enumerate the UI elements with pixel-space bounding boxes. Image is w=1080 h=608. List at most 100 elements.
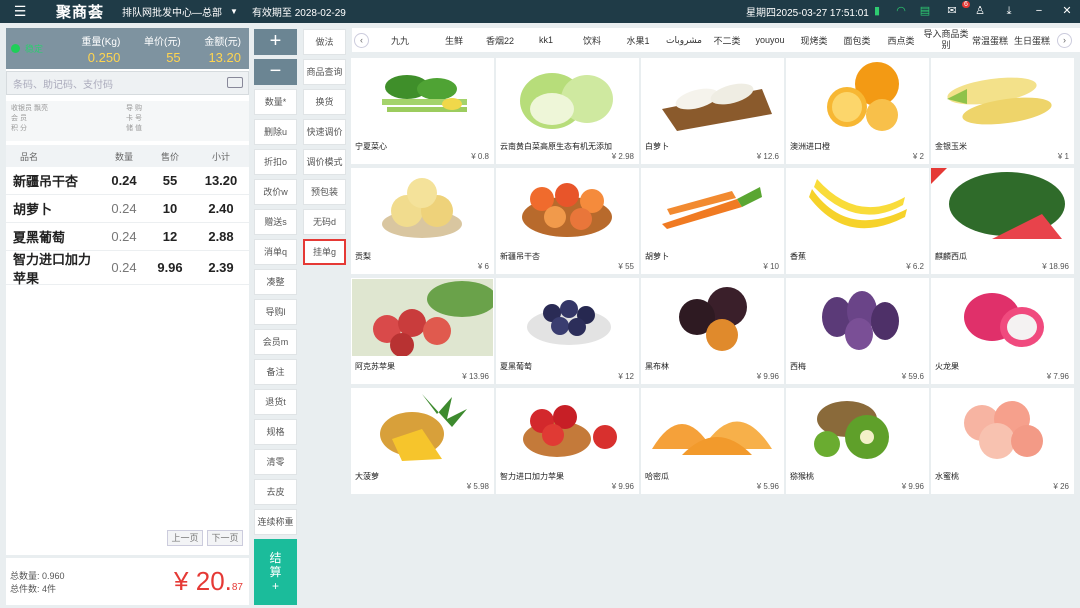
top-bar: ☰ 聚商荟 排队网批发中心—总部 ▼ 有效期至 2028-02-29 星期四20… <box>0 0 1080 23</box>
scale-status: 稳定 <box>6 42 68 55</box>
product-card[interactable]: 宁夏菜心 ¥ 0.8 <box>351 58 494 164</box>
pager: 上一页 下一页 <box>167 530 243 546</box>
category-tab[interactable]: 生鲜 <box>431 34 477 47</box>
order-summary: 总数量: 0.960 总件数: 4件 ¥ 20.87 <box>6 555 249 605</box>
product-card[interactable]: 猕猴桃 ¥ 9.96 <box>786 388 929 494</box>
wifi-icon[interactable]: ◠ <box>894 4 908 18</box>
category-tab[interactable]: 常温蛋糕 <box>969 34 1011 47</box>
quantity-button[interactable]: 数量* <box>254 89 297 115</box>
category-tab[interactable]: 生日蛋糕 <box>1011 34 1053 47</box>
store-selector[interactable]: 排队网批发中心—总部 <box>122 4 222 19</box>
printer-icon[interactable]: ▤ <box>918 4 932 18</box>
product-card[interactable]: 香蕉 ¥ 6.2 <box>786 168 929 274</box>
round-off-button[interactable]: 凑整 <box>254 269 297 295</box>
add-button[interactable]: + <box>254 29 297 55</box>
notification-badge: 6 <box>962 1 970 8</box>
note-button[interactable]: 备注 <box>254 359 297 385</box>
battery-icon[interactable]: ▮ <box>870 4 884 18</box>
product-card[interactable]: 智力进口加力苹果 ¥ 9.96 <box>496 388 639 494</box>
product-card[interactable]: 胡萝卜 ¥ 10 <box>641 168 784 274</box>
product-card[interactable]: 贡梨 ¥ 6 <box>351 168 494 274</box>
quick-price-button[interactable]: 快速调价 <box>303 119 346 145</box>
table-row[interactable]: 智力进口加力苹果 0.24 9.96 2.39 <box>6 251 249 286</box>
category-tab[interactable]: 不二类 <box>707 34 747 47</box>
keyboard-icon[interactable] <box>227 77 243 88</box>
pear-image <box>352 169 493 246</box>
exchange-button[interactable]: 换货 <box>303 89 346 115</box>
product-card[interactable]: 西梅 ¥ 59.6 <box>786 278 929 384</box>
category-tab[interactable]: 西点类 <box>879 34 923 47</box>
member-button[interactable]: 会员m <box>254 329 297 355</box>
category-tab[interactable]: kk1 <box>523 35 569 45</box>
category-tab[interactable]: youyou <box>747 35 793 45</box>
category-tab[interactable]: 香烟22 <box>477 34 523 47</box>
gift-button[interactable]: 赠送s <box>254 209 297 235</box>
close-icon[interactable]: ✕ <box>1060 4 1074 18</box>
order-panel: 稳定 重量(Kg) 0.250 单价(元) 55 金额(元) 13.20 条码、… <box>6 28 249 605</box>
recipe-button[interactable]: 做法 <box>303 29 346 55</box>
category-tab[interactable]: 导入商品类别 <box>923 29 969 51</box>
download-icon[interactable]: ⤓ <box>1002 4 1016 18</box>
no-barcode-button[interactable]: 无码d <box>303 209 346 235</box>
chevron-down-icon[interactable]: ▼ <box>230 7 238 16</box>
table-row[interactable]: 新疆吊干杏 0.24 55 13.20 <box>6 167 249 195</box>
category-tab[interactable]: 九九 <box>369 34 431 47</box>
product-search-button[interactable]: 商品查询 <box>303 59 346 85</box>
product-card[interactable]: 阿克苏苹果 ¥ 13.96 <box>351 278 494 384</box>
notification-icon[interactable]: ✉ <box>945 4 959 18</box>
spec-button[interactable]: 规格 <box>254 419 297 445</box>
shirt-icon[interactable]: ♙ <box>973 4 987 18</box>
product-card[interactable]: 澳洲进口橙 ¥ 2 <box>786 58 929 164</box>
product-card[interactable]: 金银玉米 ¥ 1 <box>931 58 1074 164</box>
minimize-icon[interactable]: − <box>1032 4 1046 18</box>
valid-until-text: 有效期至 2028-02-29 <box>251 8 346 19</box>
peach-image <box>932 389 1073 466</box>
category-tab[interactable]: 现烤类 <box>793 34 835 47</box>
scale-display: 稳定 重量(Kg) 0.250 单价(元) 55 金额(元) 13.20 <box>6 28 249 69</box>
cabbage-image <box>497 59 638 136</box>
category-tab[interactable]: 饮料 <box>569 34 615 47</box>
product-card[interactable]: 黑布林 ¥ 9.96 <box>641 278 784 384</box>
table-row[interactable]: 夏黑葡萄 0.24 12 2.88 <box>6 223 249 251</box>
discount-button[interactable]: 折扣o <box>254 149 297 175</box>
checkout-button[interactable]: 结 算 + <box>254 539 297 605</box>
product-card[interactable]: 水蜜桃 ¥ 26 <box>931 388 1074 494</box>
delete-button[interactable]: 删除u <box>254 119 297 145</box>
subtract-button[interactable]: − <box>254 59 297 85</box>
prev-page-button[interactable]: 上一页 <box>167 530 203 546</box>
hold-order-button[interactable]: 挂单g <box>303 239 346 265</box>
function-column-2: 做法 商品查询 换货 快速调价 调价模式 预包装 无码d 挂单g <box>303 29 346 269</box>
prepack-button[interactable]: 预包装 <box>303 179 346 205</box>
next-page-button[interactable]: 下一页 <box>207 530 243 546</box>
scale-amount: 金额(元) 13.20 <box>204 36 241 65</box>
guide-button[interactable]: 导购l <box>254 299 297 325</box>
product-card[interactable]: 新疆吊干杏 ¥ 55 <box>496 168 639 274</box>
continuous-weigh-button[interactable]: 连续称重 <box>254 509 297 535</box>
product-card[interactable]: 大菠萝 ¥ 5.98 <box>351 388 494 494</box>
product-card[interactable]: 麒麟西瓜 ¥ 18.96 <box>931 168 1074 274</box>
chevron-right-icon[interactable]: › <box>1057 32 1072 48</box>
table-row[interactable]: 胡萝卜 0.24 10 2.40 <box>6 195 249 223</box>
product-card[interactable]: 夏黑葡萄 ¥ 12 <box>496 278 639 384</box>
product-card[interactable]: 白萝卜 ¥ 12.6 <box>641 58 784 164</box>
dragonfruit-image <box>932 279 1073 356</box>
product-card[interactable]: 云南黄白菜高原生态有机无添加 ¥ 2.98 <box>496 58 639 164</box>
search-input[interactable]: 条码、助记码、支付码 <box>6 71 249 95</box>
menu-icon[interactable]: ☰ <box>0 3 40 20</box>
apricot-image <box>497 169 638 246</box>
promo-tag-icon <box>931 168 947 184</box>
return-button[interactable]: 退货t <box>254 389 297 415</box>
category-tab[interactable]: 水果1 <box>615 34 661 47</box>
tare-button[interactable]: 去皮 <box>254 479 297 505</box>
category-bar: ‹ 九九 生鲜 香烟22 kk1 饮料 水果1 مشروبات 不二类 youy… <box>352 28 1080 52</box>
product-card[interactable]: 火龙果 ¥ 7.96 <box>931 278 1074 384</box>
clear-button[interactable]: 清零 <box>254 449 297 475</box>
cancel-order-button[interactable]: 消单q <box>254 239 297 265</box>
change-price-button[interactable]: 改价w <box>254 179 297 205</box>
product-card[interactable]: 哈密瓜 ¥ 5.96 <box>641 388 784 494</box>
member-info: 收银员 飘亮 会 员 积 分 导 购 卡 号 储 值 <box>6 101 249 141</box>
price-mode-button[interactable]: 调价模式 <box>303 149 346 175</box>
category-tab[interactable]: 面包类 <box>835 34 879 47</box>
category-tab[interactable]: مشروبات <box>661 35 707 46</box>
chevron-left-icon[interactable]: ‹ <box>354 32 369 48</box>
